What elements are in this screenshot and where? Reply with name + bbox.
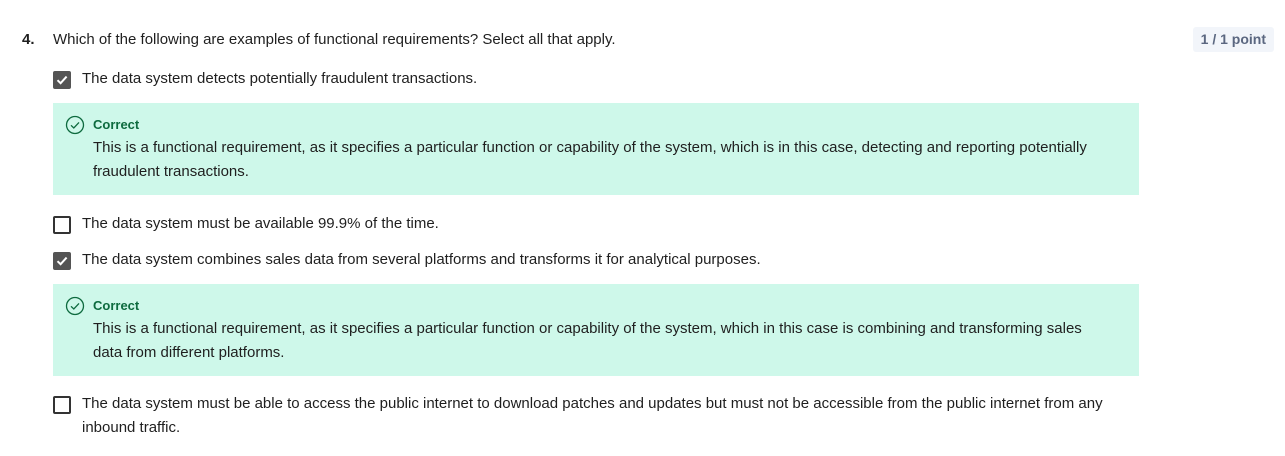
check-circle-icon — [65, 115, 85, 135]
score-badge: 1 / 1 point — [1192, 27, 1274, 52]
option-4[interactable]: The data system must be able to access t… — [53, 395, 1123, 440]
check-icon — [56, 256, 68, 266]
feedback-title: Correct — [93, 117, 140, 132]
check-icon — [56, 75, 68, 85]
feedback-text: This is a functional requirement, as it … — [93, 139, 1087, 180]
option-label: The data system must be able to access t… — [82, 395, 1103, 436]
feedback-text: This is a functional requirement, as it … — [93, 320, 1082, 361]
question-text: Which of the following are examples of f… — [53, 31, 616, 48]
option-label: The data system combines sales data from… — [82, 251, 761, 268]
option-label: The data system detects potentially frau… — [82, 70, 478, 87]
question-number: 4. — [22, 31, 35, 48]
feedback-title: Correct — [93, 298, 140, 313]
checkbox-option-4[interactable] — [53, 396, 71, 414]
option-2[interactable]: The data system must be available 99.9% … — [53, 215, 439, 236]
checkbox-option-3[interactable] — [53, 252, 71, 270]
option-3[interactable]: The data system combines sales data from… — [53, 251, 761, 272]
checkbox-option-1[interactable] — [53, 71, 71, 89]
option-1[interactable]: The data system detects potentially frau… — [53, 70, 477, 91]
check-circle-icon — [65, 296, 85, 316]
checkbox-option-2[interactable] — [53, 216, 71, 234]
feedback-correct-1: Correct This is a functional requirement… — [53, 103, 1139, 195]
feedback-correct-2: Correct This is a functional requirement… — [53, 284, 1139, 376]
option-label: The data system must be available 99.9% … — [82, 215, 439, 232]
